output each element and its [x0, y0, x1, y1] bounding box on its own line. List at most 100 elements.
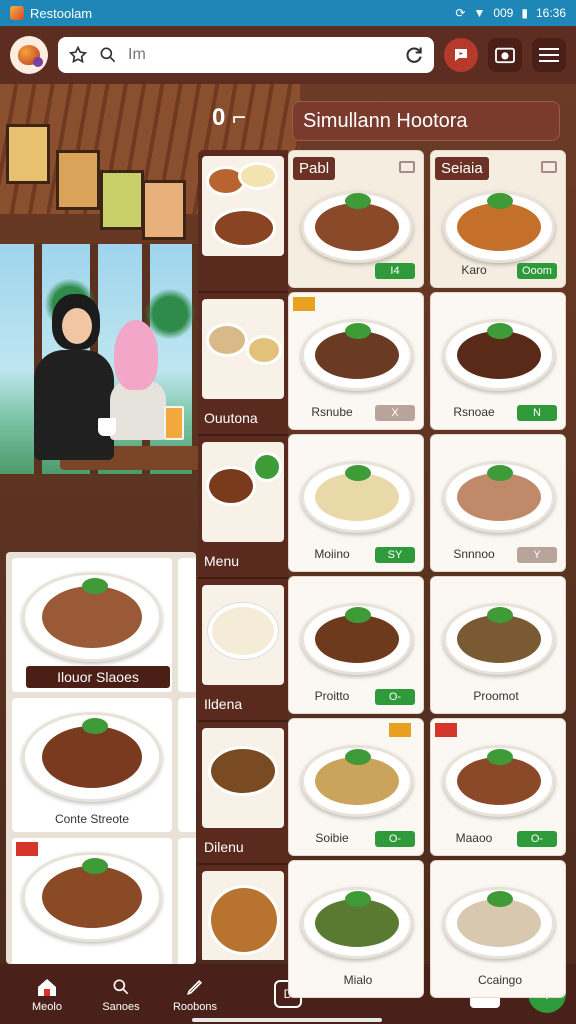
menu-card[interactable]: Soibie O-: [288, 718, 424, 856]
item-name: Proomot: [473, 689, 519, 703]
featured-panel: Ilouor Slaoes Conte Streote: [6, 552, 196, 964]
category-column: Ouutona Menu Ildena Dilenu Hu: [198, 150, 288, 960]
menu-card[interactable]: Ccaingo: [430, 860, 566, 998]
item-name: Ccaingo: [477, 973, 523, 987]
category-item[interactable]: Ouutona: [198, 293, 288, 436]
menu-card[interactable]: Rsnoae N: [430, 292, 566, 430]
nav-item-home[interactable]: Meolo: [10, 976, 84, 1013]
menu-card[interactable]: Proomot: [430, 576, 566, 714]
promo-ribbon: [293, 297, 315, 311]
featured-card[interactable]: Ilouor Slaoes: [12, 558, 172, 692]
promo-ribbon: [16, 842, 38, 856]
app-logo[interactable]: [10, 36, 48, 74]
category-item[interactable]: [198, 150, 288, 293]
remove-button[interactable]: Y: [517, 547, 557, 563]
hero-number: 0 ⌐: [212, 104, 247, 131]
category-item[interactable]: Ildena: [198, 579, 288, 722]
add-button[interactable]: O-: [375, 689, 415, 705]
section-title: Pabl: [293, 157, 336, 180]
diner-illustration: [110, 320, 170, 440]
add-button[interactable]: N: [517, 405, 557, 421]
pencil-icon: [183, 976, 207, 998]
search-icon: [100, 47, 116, 63]
item-name: Soibie: [315, 831, 349, 845]
wall-menu-art: [100, 170, 144, 230]
category-item[interactable]: Dilenu: [198, 722, 288, 865]
item-name: Mialo: [343, 973, 373, 987]
camera-icon: [495, 47, 515, 64]
category-label: Ouutona: [204, 410, 258, 426]
status-app-name: Restoolam: [30, 5, 93, 21]
home-icon: [35, 976, 59, 998]
category-label: Menu: [204, 553, 240, 569]
menu-card[interactable]: Pabl I4: [288, 150, 424, 288]
search-bar: [58, 37, 434, 73]
add-button[interactable]: Ooom: [517, 263, 557, 279]
category-thumbnail: [202, 156, 284, 256]
item-name: Conte Streote: [54, 812, 130, 826]
menu-card[interactable]: Rsnube X: [288, 292, 424, 430]
gesture-bar[interactable]: [192, 1018, 382, 1022]
hero-title: Simullann Hootora: [292, 101, 560, 141]
category-thumbnail: [202, 585, 284, 685]
menu-card[interactable]: Snnnoo Y: [430, 434, 566, 572]
hamburger-icon: [539, 48, 559, 62]
category-thumbnail: [202, 299, 284, 399]
section-title: Seiaia: [435, 157, 489, 180]
featured-card[interactable]: [12, 838, 172, 964]
menu-card[interactable]: Proitto O-: [288, 576, 424, 714]
add-button[interactable]: O-: [375, 831, 415, 847]
add-button[interactable]: SY: [375, 547, 415, 563]
chat-icon: [455, 49, 467, 61]
juice-glass-illustration: [164, 406, 184, 440]
featured-card[interactable]: Conte Streote: [12, 698, 172, 832]
add-button[interactable]: O-: [517, 831, 557, 847]
category-item[interactable]: Hu: [198, 865, 288, 960]
item-name: Rsnube: [311, 405, 353, 419]
search-input[interactable]: [128, 46, 394, 64]
nav-label: Roobons: [172, 1000, 218, 1013]
category-thumbnail: [202, 871, 284, 960]
menu-card[interactable]: Maaoo O-: [430, 718, 566, 856]
featured-card-peek[interactable]: [178, 558, 196, 692]
category-item[interactable]: Menu: [198, 436, 288, 579]
remove-button[interactable]: X: [375, 405, 415, 421]
nav-label: Sanoes: [102, 1000, 140, 1013]
menu-card[interactable]: Mialo: [288, 860, 424, 998]
chat-button[interactable]: [444, 38, 478, 72]
item-name: Proitto: [314, 689, 350, 703]
battery-icon: ▮: [521, 6, 528, 20]
diner-illustration: [30, 294, 120, 464]
star-icon[interactable]: [68, 45, 88, 65]
item-name: Maaoo: [455, 831, 493, 845]
wall-menu-art: [6, 124, 50, 184]
app-icon: [10, 6, 24, 20]
menu-button[interactable]: [532, 38, 566, 72]
item-name: Moiino: [314, 547, 350, 561]
wall-menu-art: [56, 150, 100, 210]
nav-item-search[interactable]: Sanoes: [84, 976, 158, 1013]
menu-grid: Pabl I4 Seiaia Karo Ooom Rsnube X Rsnoae…: [288, 150, 568, 998]
search-icon: [109, 976, 133, 998]
add-button[interactable]: I4: [375, 263, 415, 279]
item-name: Karo: [461, 263, 487, 277]
wifi-icon: ▼: [473, 6, 486, 20]
category-thumbnail: [202, 728, 284, 828]
refresh-icon[interactable]: [404, 45, 424, 65]
sync-icon: ⟳: [455, 6, 466, 20]
featured-card-peek[interactable]: [178, 838, 196, 964]
status-time: 16:36: [535, 6, 566, 20]
app-bar: [0, 26, 576, 84]
cup-illustration: [98, 418, 116, 436]
nav-label: Meolo: [32, 1000, 62, 1013]
menu-card[interactable]: Seiaia Karo Ooom: [430, 150, 566, 288]
promo-ribbon: [389, 723, 411, 737]
nav-item-reviews[interactable]: Roobons: [158, 976, 232, 1013]
featured-card-peek[interactable]: [178, 698, 196, 832]
menu-card[interactable]: Moiino SY: [288, 434, 424, 572]
grid-view-icon[interactable]: [399, 161, 415, 173]
promo-ribbon: [435, 723, 457, 737]
item-name: Rsnoae: [453, 405, 495, 419]
camera-button[interactable]: [488, 38, 522, 72]
list-view-icon[interactable]: [541, 161, 557, 173]
